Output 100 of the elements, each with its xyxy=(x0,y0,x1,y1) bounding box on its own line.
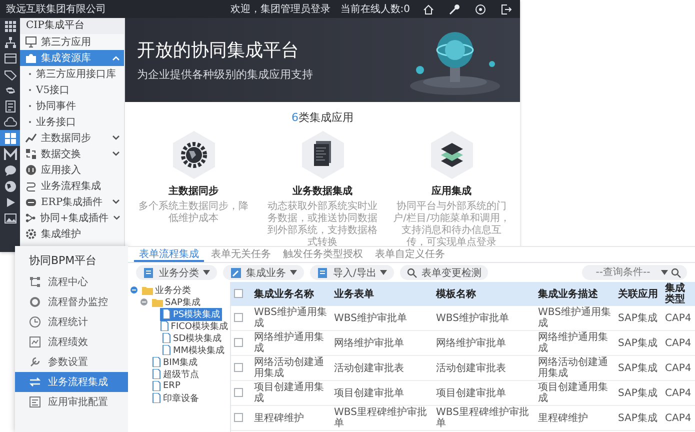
sidebar-item[interactable]: ERP集成插件 xyxy=(20,194,124,210)
table-cell: 活动创建审批表 xyxy=(331,356,433,380)
checkbox[interactable] xyxy=(234,313,243,322)
tab[interactable]: 触发任务类型授权 xyxy=(278,247,368,262)
sidebar-subitem[interactable]: 第三方应用接口库 xyxy=(20,66,124,82)
tree-item[interactable]: 业务分类 xyxy=(140,284,193,296)
table-cell: 项目创建审批单 xyxy=(331,380,433,406)
document-icon xyxy=(4,100,16,112)
hero-subtitle: 为企业提供各种级别的集成应用支持 xyxy=(137,67,314,82)
sidebar-item[interactable]: 第三方应用 xyxy=(20,34,124,50)
tree-item[interactable]: FICO模块集成 xyxy=(158,320,230,332)
tree-item[interactable]: SAP集成 xyxy=(150,296,202,308)
column-header[interactable]: 集成业务描述 xyxy=(535,282,615,306)
dropdown-button[interactable]: 业务分类 xyxy=(136,265,217,280)
nav-item[interactable]: 业务流程集成 xyxy=(15,372,128,392)
table-cell: 项目创建通用集成 xyxy=(251,380,331,406)
tree-item[interactable]: 印章设备 xyxy=(150,392,201,404)
card-description: 协同平台与外部系统的门户/栏目/功能菜单和调用，支持消息和待办信息互传，可实现单点登录 xyxy=(393,201,510,248)
dropdown-button[interactable]: 导入/导出 xyxy=(310,265,394,280)
sidebar-item[interactable]: 数据交换 xyxy=(20,146,124,162)
tag-icon xyxy=(4,68,16,80)
document-icon xyxy=(317,266,329,278)
chart-icon xyxy=(25,132,37,144)
hero-title: 开放的协同集成平台 xyxy=(137,39,300,62)
column-header[interactable]: 集成类型 xyxy=(663,282,695,306)
card-title: 应用集成 xyxy=(432,184,472,198)
image-icon xyxy=(4,212,16,224)
search-icon xyxy=(671,268,681,278)
search-button[interactable]: 表单变更检测 xyxy=(400,265,488,280)
table-cell: 网络维护通用集成 xyxy=(535,330,615,356)
card-title: 主数据同步 xyxy=(168,184,218,198)
column-header[interactable]: 集成业务名称 xyxy=(251,282,331,306)
checkbox[interactable] xyxy=(234,388,243,398)
tab[interactable]: 表单无关任务 xyxy=(206,247,276,262)
sidebar-subitem[interactable]: 业务接口 xyxy=(20,114,124,130)
key-icon xyxy=(448,4,460,14)
checkbox[interactable] xyxy=(234,413,243,422)
nav-item[interactable]: 参数设置 xyxy=(15,352,128,372)
sidebar-item[interactable]: 主数据同步 xyxy=(20,130,124,146)
table-cell: WBS维护通用集成 xyxy=(535,306,615,330)
table-cell: 里程碑维护 xyxy=(251,406,331,430)
checkbox[interactable] xyxy=(234,289,243,298)
sidebar-item[interactable]: 集成资源库 xyxy=(20,50,124,66)
document-icon xyxy=(143,266,155,278)
tree-item[interactable]: PS模块集成 xyxy=(160,308,222,320)
table-cell: SAP集成 xyxy=(615,306,663,330)
grid-icon xyxy=(4,20,16,32)
column-header[interactable]: 关联应用 xyxy=(615,282,663,306)
tab[interactable]: 表单自定义任务 xyxy=(370,247,450,262)
sidebar-subitem[interactable]: 协同事件 xyxy=(20,98,124,114)
sidebar-subitem[interactable]: V5接口 xyxy=(20,82,124,98)
category-count: 6 xyxy=(292,111,298,124)
company-name: 致远互联集团有限公司 xyxy=(6,3,107,16)
chart-icon xyxy=(29,336,41,348)
caret-icon xyxy=(290,270,297,275)
table-cell: 网络活动创建通用集成 xyxy=(251,356,331,380)
table-cell: CAP4 xyxy=(663,406,695,430)
gear-icon xyxy=(25,228,37,240)
tree-item[interactable]: MM模块集成 xyxy=(160,344,227,356)
tree-item[interactable]: SD模块集成 xyxy=(160,332,224,344)
card-title: 业务数据集成 xyxy=(292,184,352,198)
circle-icon xyxy=(29,296,41,308)
table-cell: CAP4 xyxy=(663,330,695,356)
table-cell: SAP集成 xyxy=(615,330,663,356)
tree-item[interactable]: BIM集成 xyxy=(150,356,200,368)
table-cell: SAP集成 xyxy=(615,406,663,430)
dropdown-button[interactable]: 集成业务 xyxy=(223,265,304,280)
nav-item[interactable]: 流程督办监控 xyxy=(15,292,128,312)
table-cell: WBS维护审批单 xyxy=(433,306,535,330)
table-cell: SAP集成 xyxy=(615,380,663,406)
tree-item[interactable]: ERP xyxy=(150,381,182,391)
tree-item[interactable]: 超级节点 xyxy=(150,368,201,380)
checkbox[interactable] xyxy=(234,338,243,348)
table-cell: CAP4 xyxy=(663,380,695,406)
table-cell: 网络活动创建通用集成 xyxy=(535,356,615,380)
table-cell: WBS里程碑维护审批单 xyxy=(433,406,535,430)
sidebar-title: CIP集成平台 xyxy=(20,18,124,34)
table-cell: 项目创建审批单 xyxy=(433,380,535,406)
nav-item[interactable]: 流程中心 xyxy=(15,272,128,292)
table-cell: WBS维护审批单 xyxy=(331,306,433,330)
globe-icon xyxy=(4,180,16,192)
checkbox[interactable] xyxy=(234,363,243,372)
column-header[interactable]: 业务表单 xyxy=(331,282,433,306)
home-icon xyxy=(422,4,434,14)
query-dropdown[interactable]: --查询条件-- xyxy=(582,265,687,280)
sidebar-item[interactable]: 协同+集成插件 xyxy=(20,210,124,226)
sidebar-item[interactable]: 应用接入 xyxy=(20,162,124,178)
nav-item[interactable]: 应用审批配置 xyxy=(15,392,128,412)
sidebar-item[interactable]: 业务流程集成 xyxy=(20,178,124,194)
section-title: 类集成应用 xyxy=(298,111,354,124)
nav-button[interactable] xyxy=(0,130,20,146)
column-header[interactable]: 模板名称 xyxy=(433,282,535,306)
sitemap-icon xyxy=(4,36,16,48)
folder-icon xyxy=(152,298,163,306)
table-cell: 项目创建通用集成 xyxy=(535,380,615,406)
nav-item[interactable]: 流程统计 xyxy=(15,312,128,332)
nav-item[interactable]: 流程绩效 xyxy=(15,332,128,352)
tab[interactable]: 表单流程集成 xyxy=(134,247,204,262)
edit-icon xyxy=(230,266,242,278)
sidebar-item[interactable]: 集成维护 xyxy=(20,226,124,242)
